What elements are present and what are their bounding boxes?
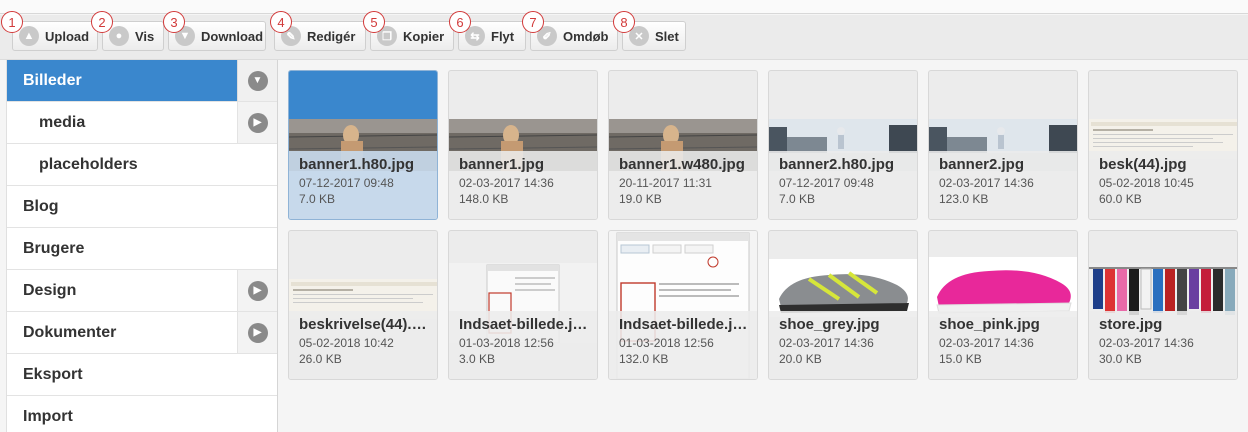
file-card[interactable]: besk(44).jpg 05-02-2018 10:45 60.0 KB [1088, 70, 1238, 220]
annotation-badge: 6 [449, 11, 471, 33]
expand-toggle[interactable]: ▶ [237, 270, 277, 311]
expand-toggle[interactable]: ▼ [237, 60, 277, 101]
file-card[interactable]: banner2.h80.jpg 07-12-2017 09:48 7.0 KB [768, 70, 918, 220]
file-info: beskrivelse(44).jpg 05-02-2018 10:42 26.… [289, 311, 437, 379]
annotation-badge: 7 [522, 11, 544, 33]
sidebar-item-blog[interactable]: Blog [7, 186, 277, 228]
file-info: besk(44).jpg 05-02-2018 10:45 60.0 KB [1089, 151, 1237, 219]
file-info: banner1.h80.jpg 07-12-2017 09:48 7.0 KB [289, 151, 437, 219]
file-card[interactable]: Indsaet-billede.jpg 01-03-2018 12:56 132… [608, 230, 758, 380]
file-card[interactable]: banner1.h80.jpg 07-12-2017 09:48 7.0 KB [288, 70, 438, 220]
sidebar-item-placeholders[interactable]: placeholders [7, 144, 277, 186]
eye-icon: ● [109, 26, 129, 46]
file-info: shoe_pink.jpg 02-03-2017 14:36 15.0 KB [929, 311, 1077, 379]
file-card[interactable]: Indsaet-billede.jpg 01-03-2018 12:56 3.0… [448, 230, 598, 380]
file-info: banner2.jpg 02-03-2017 14:36 123.0 KB [929, 151, 1077, 219]
file-card[interactable]: shoe_grey.jpg 02-03-2017 14:36 20.0 KB [768, 230, 918, 380]
annotation-badge: 1 [1, 11, 23, 33]
annotation-badge: 8 [613, 11, 635, 33]
file-info: banner1.w480.jpg 20-11-2017 11:31 19.0 K… [609, 151, 757, 219]
file-card[interactable]: banner1.jpg 02-03-2017 14:36 148.0 KB [448, 70, 598, 220]
file-card[interactable]: beskrivelse(44).jpg 05-02-2018 10:42 26.… [288, 230, 438, 380]
folder-sidebar: Billeder ▼ media ▶ placeholders Blog Bru… [6, 60, 278, 432]
file-info: shoe_grey.jpg 02-03-2017 14:36 20.0 KB [769, 311, 917, 379]
annotation-badge: 5 [363, 11, 385, 33]
file-info: store.jpg 02-03-2017 14:36 30.0 KB [1089, 311, 1237, 379]
chevron-down-icon: ▼ [247, 70, 268, 91]
expand-toggle[interactable]: ▶ [237, 312, 277, 353]
file-info: banner2.h80.jpg 07-12-2017 09:48 7.0 KB [769, 151, 917, 219]
expand-toggle[interactable]: ▶ [237, 102, 277, 143]
annotation-badge: 4 [270, 11, 292, 33]
sidebar-item-billeder[interactable]: Billeder ▼ [7, 60, 277, 102]
file-info: Indsaet-billede.jpg 01-03-2018 12:56 132… [609, 311, 757, 379]
annotation-badge: 2 [91, 11, 113, 33]
sidebar-item-media[interactable]: media ▶ [7, 102, 277, 144]
chevron-right-icon: ▶ [247, 322, 268, 343]
selection-highlight [289, 71, 437, 119]
file-info: banner1.jpg 02-03-2017 14:36 148.0 KB [449, 151, 597, 219]
sidebar-item-brugere[interactable]: Brugere [7, 228, 277, 270]
file-card[interactable]: store.jpg 02-03-2017 14:36 30.0 KB [1088, 230, 1238, 380]
file-card[interactable]: banner1.w480.jpg 20-11-2017 11:31 19.0 K… [608, 70, 758, 220]
sidebar-item-dokumenter[interactable]: Dokumenter ▶ [7, 312, 277, 354]
chevron-right-icon: ▶ [247, 112, 268, 133]
annotation-badge: 3 [163, 11, 185, 33]
upload-button[interactable]: ▲ Upload [12, 21, 98, 51]
sidebar-item-eksport[interactable]: Eksport [7, 354, 277, 396]
shoe-pink-thumbnail [929, 257, 1077, 317]
file-info: Indsaet-billede.jpg 01-03-2018 12:56 3.0… [449, 311, 597, 379]
file-card[interactable]: banner2.jpg 02-03-2017 14:36 123.0 KB [928, 70, 1078, 220]
sidebar-item-design[interactable]: Design ▶ [7, 270, 277, 312]
chevron-right-icon: ▶ [247, 280, 268, 301]
upload-icon: ▲ [19, 26, 39, 46]
sidebar-item-import[interactable]: Import [7, 396, 277, 432]
shoe-grey-thumbnail [769, 259, 917, 317]
file-card[interactable]: shoe_pink.jpg 02-03-2017 14:36 15.0 KB [928, 230, 1078, 380]
